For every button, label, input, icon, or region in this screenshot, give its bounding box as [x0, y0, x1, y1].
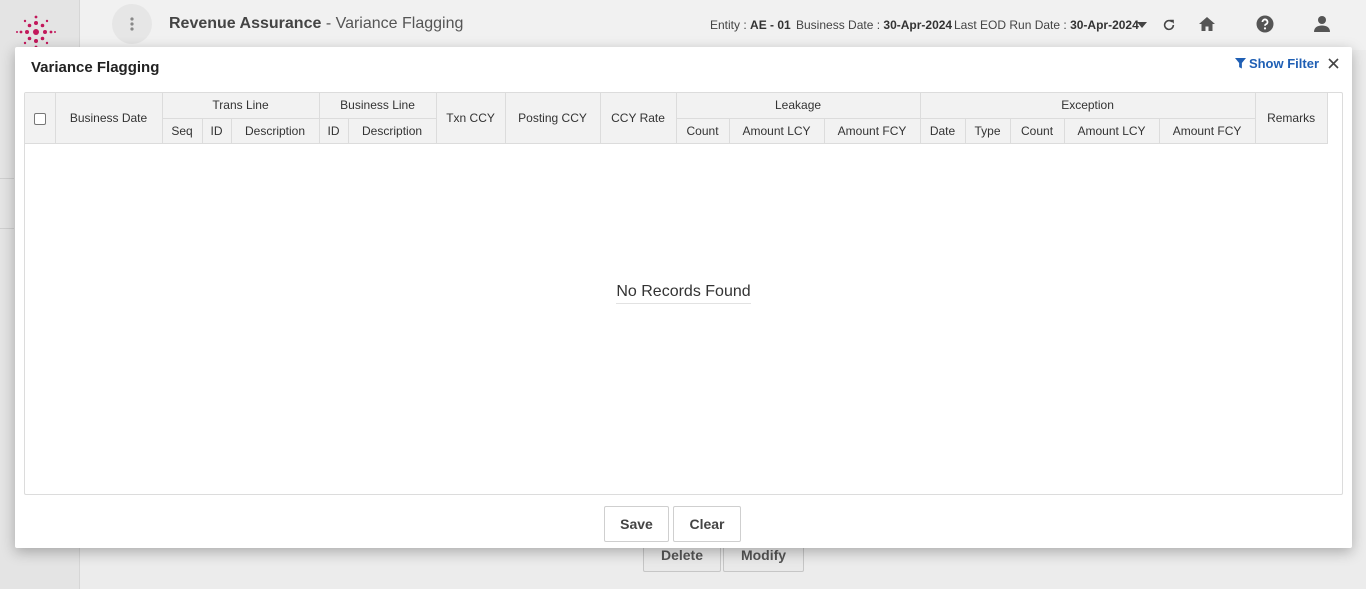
col-leakage-amount-fcy[interactable]: Amount FCY	[824, 118, 921, 144]
sidebar-divider	[0, 228, 14, 229]
col-group-business-line: Business Line	[319, 93, 437, 119]
refresh-button[interactable]	[1159, 15, 1179, 35]
grid-header: Business Date Trans Line Business Line T…	[25, 93, 1328, 144]
refresh-icon	[1163, 19, 1175, 31]
business-date-label: Business Date :	[796, 18, 881, 32]
entity-label: Entity :	[710, 18, 747, 32]
page-title: Revenue Assurance - Variance Flagging	[169, 15, 463, 33]
help-icon	[1256, 15, 1274, 33]
col-leakage-count[interactable]: Count	[676, 118, 730, 144]
home-icon	[1199, 17, 1215, 31]
col-trans-id[interactable]: ID	[202, 118, 232, 144]
eod-info: Last EOD Run Date : 30-Apr-2024	[954, 18, 1139, 32]
user-icon	[1314, 16, 1330, 32]
user-profile-button[interactable]	[1312, 14, 1332, 34]
eod-value: 30-Apr-2024	[1070, 18, 1139, 32]
menu-kebab-icon	[130, 17, 134, 31]
save-button[interactable]: Save	[604, 506, 669, 542]
select-all-header	[25, 93, 56, 144]
col-ccy-rate[interactable]: CCY Rate	[600, 93, 677, 144]
col-exception-amount-lcy[interactable]: Amount LCY	[1064, 118, 1160, 144]
close-dialog-button[interactable]	[1326, 56, 1340, 70]
module-name: Revenue Assurance	[169, 15, 322, 32]
variance-flagging-dialog: Variance Flagging Show Filter Business D…	[15, 47, 1352, 548]
home-button[interactable]	[1197, 14, 1217, 34]
business-date-info: Business Date : 30-Apr-2024	[796, 18, 952, 32]
select-all-checkbox[interactable]	[33, 112, 46, 125]
col-trans-description[interactable]: Description	[231, 118, 320, 144]
col-txn-ccy[interactable]: Txn CCY	[436, 93, 506, 144]
entity-dropdown-button[interactable]	[1132, 15, 1152, 35]
col-group-trans-line: Trans Line	[162, 93, 320, 119]
col-business-date[interactable]: Business Date	[55, 93, 163, 144]
col-leakage-amount-lcy[interactable]: Amount LCY	[729, 118, 825, 144]
entity-info: Entity : AE - 01	[710, 18, 791, 32]
dialog-title: Variance Flagging	[31, 59, 160, 76]
show-filter-button[interactable]: Show Filter	[1234, 56, 1319, 71]
filter-icon	[1234, 58, 1246, 69]
close-icon	[1327, 57, 1339, 69]
help-button[interactable]	[1255, 14, 1275, 34]
no-records-message: No Records Found	[616, 283, 751, 304]
menu-kebab-button[interactable]	[112, 4, 152, 44]
col-exception-date[interactable]: Date	[920, 118, 966, 144]
variance-grid: Business Date Trans Line Business Line T…	[24, 92, 1343, 495]
col-business-line-description[interactable]: Description	[348, 118, 437, 144]
entity-value: AE - 01	[750, 18, 791, 32]
col-exception-count[interactable]: Count	[1010, 118, 1065, 144]
col-remarks[interactable]: Remarks	[1255, 93, 1328, 144]
show-filter-label: Show Filter	[1248, 56, 1319, 71]
col-exception-amount-fcy[interactable]: Amount FCY	[1159, 118, 1256, 144]
chevron-down-icon	[1137, 22, 1147, 28]
eod-label: Last EOD Run Date :	[954, 18, 1067, 32]
col-group-leakage: Leakage	[676, 93, 921, 119]
clear-button[interactable]: Clear	[673, 506, 741, 542]
col-group-exception: Exception	[920, 93, 1256, 119]
col-exception-type[interactable]: Type	[965, 118, 1011, 144]
company-logo-icon	[16, 15, 56, 49]
col-business-line-id[interactable]: ID	[319, 118, 349, 144]
sidebar-divider	[0, 178, 14, 179]
title-separator: -	[321, 15, 336, 32]
col-posting-ccy[interactable]: Posting CCY	[505, 93, 601, 144]
business-date-value: 30-Apr-2024	[883, 18, 953, 32]
empty-state: No Records Found	[25, 283, 1342, 304]
col-trans-seq[interactable]: Seq	[162, 118, 203, 144]
screen-name: Variance Flagging	[335, 15, 464, 32]
